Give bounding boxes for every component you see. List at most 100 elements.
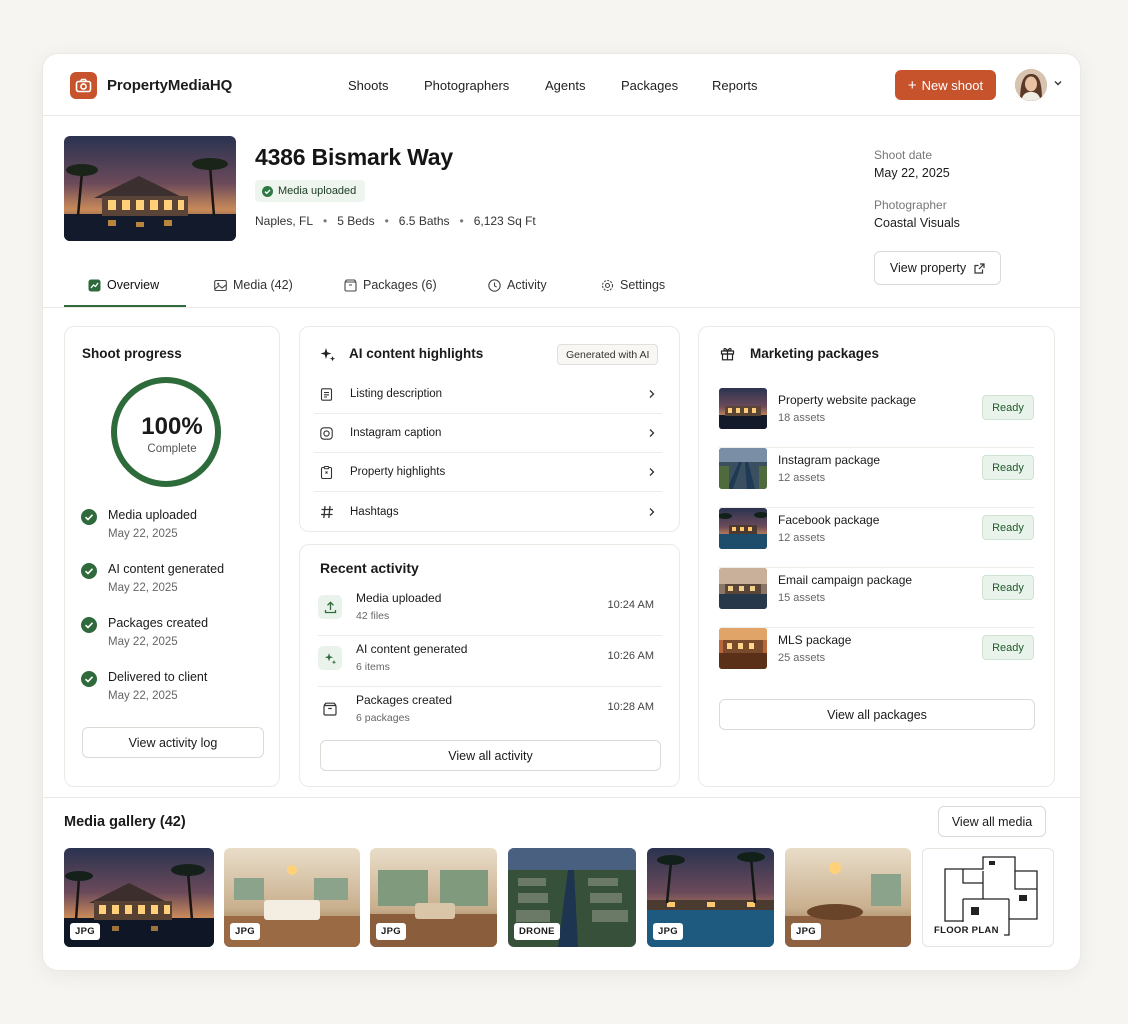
gallery-item[interactable]: JPG <box>785 848 911 947</box>
check-circle-icon <box>81 563 97 579</box>
app-window: PropertyMediaHQ Shoots Photographers Age… <box>42 53 1081 971</box>
divider <box>43 797 1080 798</box>
tab-overview-label: Overview <box>107 278 160 292</box>
package-name: Email campaign package <box>778 573 913 587</box>
media-type-tag: JPG <box>791 923 821 940</box>
tab-settings-label: Settings <box>620 278 666 292</box>
package-status-badge: Ready <box>982 515 1034 540</box>
ai-item-instagram-caption[interactable]: Instagram caption <box>314 414 662 453</box>
generated-with-ai-badge: Generated with AI <box>557 344 659 365</box>
separator-dot: • <box>323 214 328 228</box>
ai-item-listing-description[interactable]: Listing description <box>314 375 662 414</box>
package-thumbnail <box>719 628 767 669</box>
package-name: Property website package <box>778 393 917 407</box>
ai-item-label: Hashtags <box>350 505 399 518</box>
package-row[interactable]: Instagram package 12 assets Ready <box>719 448 1034 508</box>
separator-dot: • <box>384 214 389 228</box>
check-circle-icon <box>81 509 97 525</box>
brand-name[interactable]: PropertyMediaHQ <box>107 77 232 94</box>
property-beds: 5 Beds <box>337 214 375 228</box>
status-badge: Media uploaded <box>255 180 366 202</box>
nav-agents[interactable]: Agents <box>545 78 585 93</box>
ai-item-hashtags[interactable]: Hashtags <box>314 492 662 531</box>
package-assets: 12 assets <box>778 472 826 484</box>
nav-packages[interactable]: Packages <box>621 78 678 93</box>
package-thumbnail <box>719 448 767 489</box>
camera-icon[interactable] <box>70 72 97 99</box>
activity-title: AI content generated <box>356 642 468 656</box>
package-name: MLS package <box>778 633 852 647</box>
tab-overview[interactable]: Overview <box>88 278 159 292</box>
ai-content-title: AI content highlights <box>349 346 484 361</box>
ai-item-label: Property highlights <box>350 466 446 478</box>
marketing-packages-title: Marketing packages <box>750 346 880 361</box>
progress-step-label: Media uploaded <box>108 508 197 522</box>
tab-settings[interactable]: Settings <box>601 278 665 292</box>
avatar[interactable] <box>1015 69 1047 101</box>
separator-dot: • <box>459 214 464 228</box>
media-gallery-title: Media gallery (42) <box>64 814 186 830</box>
view-all-activity-button[interactable]: View all activity <box>320 740 661 771</box>
package-thumbnail <box>719 508 767 549</box>
package-thumbnail <box>719 568 767 609</box>
new-shoot-button[interactable]: + New shoot <box>895 70 996 100</box>
shoot-progress-card: Shoot progress 100% Complete Media uploa… <box>64 326 280 787</box>
top-bar: PropertyMediaHQ Shoots Photographers Age… <box>43 54 1080 116</box>
shoot-progress-title: Shoot progress <box>82 346 182 361</box>
clock-icon <box>488 278 501 292</box>
tab-activity-label: Activity <box>507 278 547 292</box>
ai-item-label: Instagram caption <box>350 427 442 439</box>
view-all-packages-button[interactable]: View all packages <box>719 699 1035 730</box>
package-row[interactable]: Facebook package 12 assets Ready <box>719 508 1034 568</box>
activity-sub: 6 packages <box>356 712 410 724</box>
nav-shoots[interactable]: Shoots <box>348 78 388 93</box>
activity-item[interactable]: AI content generated 6 items 10:26 AM <box>318 636 662 687</box>
media-type-tag: JPG <box>70 923 100 940</box>
property-hero-image[interactable] <box>64 136 236 241</box>
gallery-item[interactable]: JPG <box>647 848 774 947</box>
check-circle-icon <box>81 617 97 633</box>
document-icon <box>320 387 333 401</box>
gallery-item[interactable]: FLOOR PLAN <box>922 848 1054 947</box>
photographer-label: Photographer <box>874 198 947 212</box>
package-status-badge: Ready <box>982 575 1034 600</box>
gear-icon <box>601 279 614 291</box>
chevron-right-icon <box>649 468 655 476</box>
package-assets: 15 assets <box>778 592 826 604</box>
gallery-item[interactable]: JPG <box>224 848 360 947</box>
package-assets: 18 assets <box>778 412 826 424</box>
package-row[interactable]: MLS package 25 assets Ready <box>719 628 1034 688</box>
media-type-tag: DRONE <box>514 923 560 940</box>
chevron-right-icon <box>649 390 655 398</box>
tab-media[interactable]: Media (42) <box>214 278 293 292</box>
overview-icon <box>88 279 101 291</box>
gift-icon <box>720 348 735 361</box>
ai-item-property-highlights[interactable]: Property highlights <box>314 453 662 492</box>
gallery-item[interactable]: JPG <box>370 848 497 947</box>
tab-activity[interactable]: Activity <box>488 278 547 292</box>
gallery-item[interactable]: DRONE <box>508 848 636 947</box>
image-icon <box>214 279 227 291</box>
package-row[interactable]: Email campaign package 15 assets Ready <box>719 568 1034 628</box>
view-all-media-button[interactable]: View all media <box>938 806 1046 837</box>
chevron-down-icon[interactable] <box>1053 78 1063 88</box>
nav-photographers[interactable]: Photographers <box>424 78 509 93</box>
progress-step-label: Delivered to client <box>108 670 208 684</box>
activity-time: 10:28 AM <box>607 701 654 713</box>
view-activity-log-button[interactable]: View activity log <box>82 727 264 758</box>
package-icon <box>318 697 342 721</box>
activity-item[interactable]: Media uploaded 42 files 10:24 AM <box>318 585 662 636</box>
photographer-name: Coastal Visuals <box>874 216 960 230</box>
nav-reports[interactable]: Reports <box>712 78 758 93</box>
package-row[interactable]: Property website package 18 assets Ready <box>719 388 1034 448</box>
tab-packages[interactable]: Packages (6) <box>344 278 437 292</box>
tab-bar: Overview Media (42) Packages (6) Activit… <box>43 266 1080 308</box>
upload-icon <box>318 595 342 619</box>
progress-complete-label: Complete <box>147 443 197 455</box>
gallery-item[interactable]: JPG <box>64 848 214 947</box>
check-circle-icon <box>262 185 273 197</box>
media-type-tag: JPG <box>653 923 683 940</box>
tab-packages-label: Packages (6) <box>363 278 437 292</box>
activity-item[interactable]: Packages created 6 packages 10:28 AM <box>318 687 662 738</box>
new-shoot-label: New shoot <box>921 77 984 93</box>
